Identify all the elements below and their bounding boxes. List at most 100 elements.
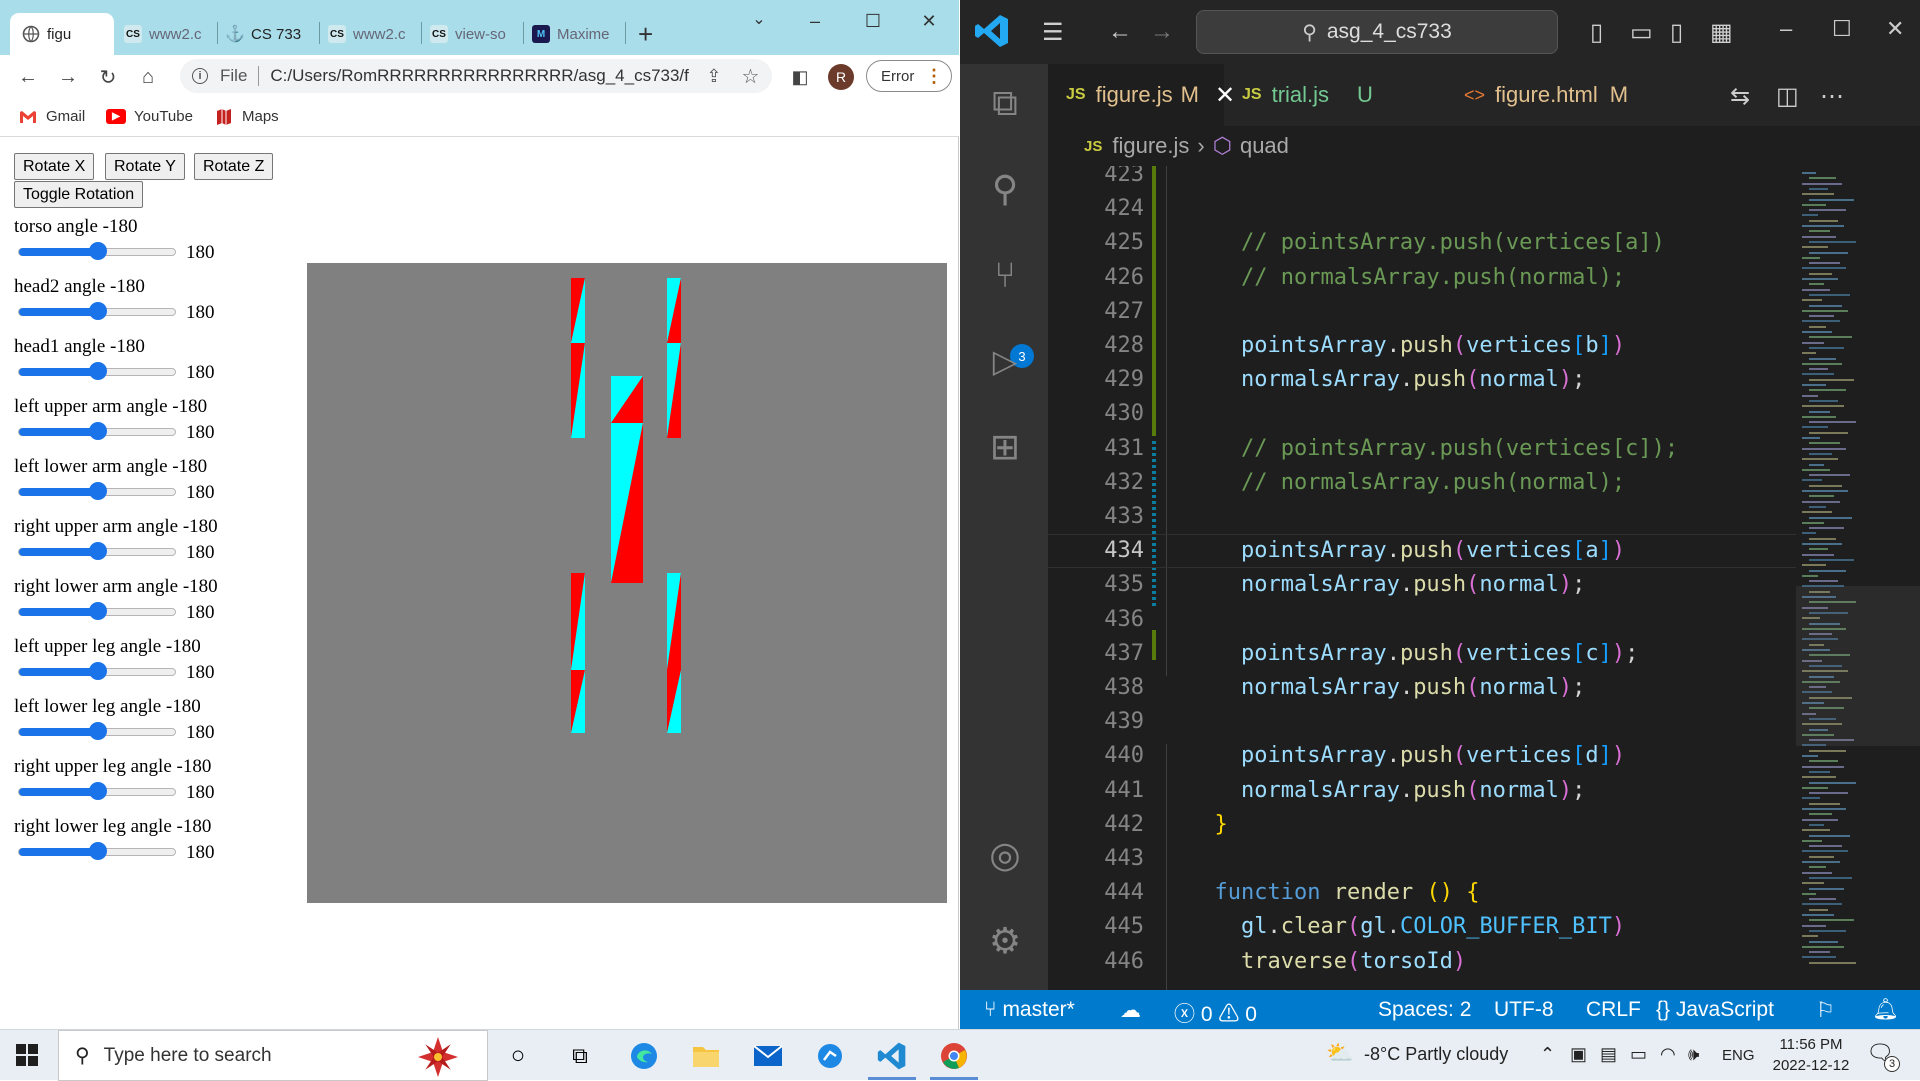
mail-icon[interactable] <box>750 1038 786 1074</box>
toggle-primary-sidebar-icon[interactable]: ▯ <box>1590 18 1603 47</box>
source-control-icon[interactable]: ⑂ <box>984 254 1026 296</box>
bookmark-youtube[interactable]: ▶ YouTube <box>106 108 193 125</box>
tab-figure-html[interactable]: <> figure.html M <box>1446 64 1646 126</box>
reload-icon[interactable]: ↻ <box>94 63 122 91</box>
slider-thumb[interactable] <box>89 602 107 620</box>
slider-thumb[interactable] <box>89 422 107 440</box>
code-line[interactable]: 427 <box>1048 295 1800 329</box>
range-slider[interactable] <box>18 362 176 380</box>
slider-thumb[interactable] <box>89 482 107 500</box>
code-editor[interactable]: 423 424 425 // pointsArray.push(vertices[a… <box>1048 166 1920 990</box>
forward-arrow-icon[interactable]: → <box>54 63 82 91</box>
settings-gear-icon[interactable]: ⚙ <box>984 920 1026 962</box>
account-icon[interactable]: ◎ <box>984 834 1026 876</box>
slider-thumb[interactable] <box>89 302 107 320</box>
code-line[interactable]: 437 pointsArray.push(vertices[c]); <box>1048 637 1800 671</box>
customize-layout-icon[interactable]: ▦ <box>1710 18 1733 47</box>
error-button[interactable]: Error ⋮ <box>866 60 952 92</box>
extensions-icon[interactable]: ⊞ <box>984 426 1026 468</box>
rotate-y-button[interactable]: Rotate Y <box>105 153 185 180</box>
code-line[interactable]: 439 <box>1048 705 1800 739</box>
new-tab-button[interactable]: + <box>638 13 668 55</box>
hamburger-menu-icon[interactable]: ☰ <box>1042 18 1064 47</box>
close-icon[interactable]: ✕ <box>906 6 952 36</box>
run-debug-icon[interactable]: ▷ <box>984 340 1026 382</box>
code-line[interactable]: 425 // pointsArray.push(vertices[a]) <box>1048 226 1800 260</box>
task-view-icon[interactable]: ⧉ <box>562 1038 598 1074</box>
minimize-icon[interactable]: – <box>1780 16 1792 42</box>
browser-tab[interactable]: CS www2.c <box>124 13 214 55</box>
tab-figure-js[interactable]: JS figure.js M ✕ <box>1048 64 1235 126</box>
range-slider[interactable] <box>18 482 176 500</box>
browser-tab[interactable]: CS view-so <box>430 13 520 55</box>
notifications-bell-icon[interactable]: 🔔︎ <box>1872 998 1899 1022</box>
bookmark-gmail[interactable]: Gmail <box>18 108 85 125</box>
toggle-rotation-button[interactable]: Toggle Rotation <box>14 181 144 208</box>
more-actions-icon[interactable]: ⋯ <box>1820 82 1844 111</box>
share-icon[interactable]: ⇪ <box>706 66 721 87</box>
tray-app-icon[interactable]: ▣ <box>1570 1044 1587 1065</box>
sidebar-icon[interactable]: ◧ <box>786 63 814 91</box>
code-line[interactable]: 441 normalsArray.push(normal); <box>1048 774 1800 808</box>
rotate-z-button[interactable]: Rotate Z <box>194 153 274 180</box>
range-slider[interactable] <box>18 422 176 440</box>
slider-thumb[interactable] <box>89 242 107 260</box>
slider-thumb[interactable] <box>89 362 107 380</box>
volume-icon[interactable]: 🕪︎ <box>1688 1044 1699 1065</box>
back-arrow-icon[interactable]: ← <box>1108 18 1132 46</box>
minimap[interactable] <box>1796 166 1920 990</box>
clock[interactable]: 11:56 PM 2022-12-12 <box>1770 1034 1852 1076</box>
minimap-viewport[interactable] <box>1796 586 1920 746</box>
tab-trial-js[interactable]: JS trial.js U <box>1224 64 1404 126</box>
webgl-canvas[interactable] <box>307 263 947 903</box>
range-slider[interactable] <box>18 722 176 740</box>
edge-icon[interactable] <box>626 1038 662 1074</box>
home-icon[interactable]: ⌂ <box>134 63 162 91</box>
range-slider[interactable] <box>18 662 176 680</box>
profile-avatar[interactable]: R <box>828 64 854 90</box>
feedback-icon[interactable]: ⚐ <box>1816 998 1835 1023</box>
range-slider[interactable] <box>18 242 176 260</box>
battery-icon[interactable]: ▭ <box>1630 1044 1647 1065</box>
slider-thumb[interactable] <box>89 542 107 560</box>
slider-thumb[interactable] <box>89 662 107 680</box>
breadcrumb-file[interactable]: figure.js <box>1112 133 1189 159</box>
code-line[interactable]: 443 <box>1048 842 1800 876</box>
code-line[interactable]: 428 pointsArray.push(vertices[b]) <box>1048 329 1800 363</box>
back-arrow-icon[interactable]: ← <box>14 63 42 91</box>
rotate-x-button[interactable]: Rotate X <box>14 153 95 180</box>
code-line[interactable]: 446 traverse(torsoId) <box>1048 945 1800 979</box>
weather-text[interactable]: -8°C Partly cloudy <box>1364 1044 1508 1065</box>
search-icon[interactable]: ⚲ <box>984 168 1026 210</box>
range-slider[interactable] <box>18 782 176 800</box>
vscode-taskbar-icon[interactable] <box>874 1038 910 1074</box>
slider-thumb[interactable] <box>89 782 107 800</box>
minimize-icon[interactable]: – <box>792 6 838 36</box>
browser-tab[interactable]: M Maxime <box>532 13 622 55</box>
explorer-icon[interactable]: ⧉ <box>984 82 1026 124</box>
code-line[interactable]: 423 <box>1048 166 1800 192</box>
slider-thumb[interactable] <box>89 722 107 740</box>
code-line[interactable]: 426 // normalsArray.push(normal); <box>1048 261 1800 295</box>
range-slider[interactable] <box>18 602 176 620</box>
encoding-item[interactable]: UTF-8 <box>1494 998 1554 1022</box>
code-line[interactable]: 435 normalsArray.push(normal); <box>1048 568 1800 602</box>
chrome-taskbar-icon[interactable] <box>936 1038 972 1074</box>
code-line[interactable]: 440 pointsArray.push(vertices[d]) <box>1048 739 1800 773</box>
code-line[interactable]: 438 normalsArray.push(normal); <box>1048 671 1800 705</box>
toggle-panel-icon[interactable]: ▭ <box>1630 18 1653 47</box>
windows-start-icon[interactable] <box>16 1044 38 1066</box>
maximize-icon[interactable]: ☐ <box>850 6 896 36</box>
code-line[interactable]: 442 } <box>1048 808 1800 842</box>
breadcrumb-symbol[interactable]: quad <box>1240 133 1289 159</box>
kebab-menu-icon[interactable]: ⋮ <box>925 66 943 87</box>
tab-search-chevron-icon[interactable]: ⌄ <box>736 4 782 34</box>
chevron-up-icon[interactable]: ⌃ <box>1540 1044 1555 1065</box>
file-explorer-icon[interactable] <box>688 1038 724 1074</box>
code-line[interactable]: 433 <box>1048 500 1800 534</box>
code-line[interactable]: 430 <box>1048 397 1800 431</box>
browser-tab[interactable]: CS www2.c <box>328 13 418 55</box>
close-icon[interactable]: ✕ <box>1886 16 1904 42</box>
open-changes-icon[interactable]: ⇆ <box>1730 82 1750 111</box>
code-line[interactable]: 424 <box>1048 192 1800 226</box>
